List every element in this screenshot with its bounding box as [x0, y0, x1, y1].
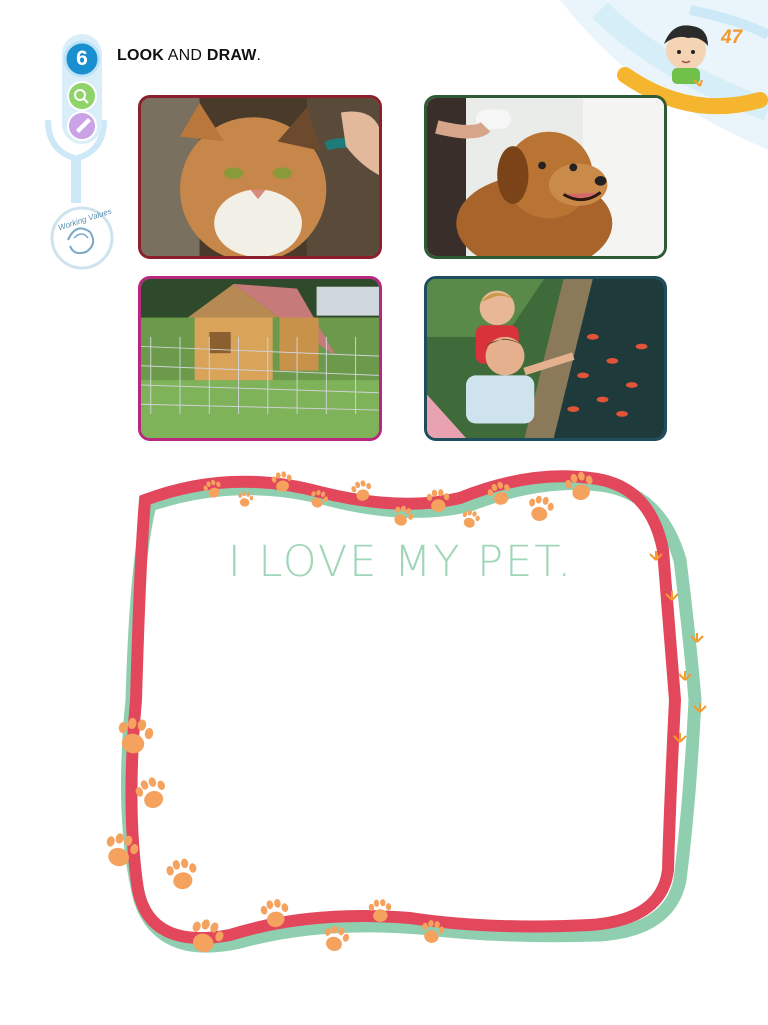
instruction-word-and: AND [164, 47, 207, 64]
dog-bath-photo [424, 95, 667, 259]
instruction-word-draw: DRAW [206, 47, 257, 64]
rabbit-hutch-photo [138, 276, 382, 441]
cat-photo [138, 95, 382, 259]
instruction-period: . [256, 47, 262, 64]
instruction-text: LOOK AND DRAW. [117, 47, 261, 65]
paw-print-icon [529, 495, 554, 521]
look-icon [67, 81, 97, 111]
instruction-word-look: LOOK [117, 47, 165, 64]
frame-title: I LOVE MY PET. [228, 537, 574, 587]
exercise-number: 6 [76, 47, 88, 70]
drawing-area[interactable] [170, 600, 650, 900]
paw-print-icon [135, 777, 165, 809]
paw-print-icon [118, 717, 154, 754]
fish-pond-photo [424, 276, 667, 441]
page-number: 47 [721, 27, 743, 48]
